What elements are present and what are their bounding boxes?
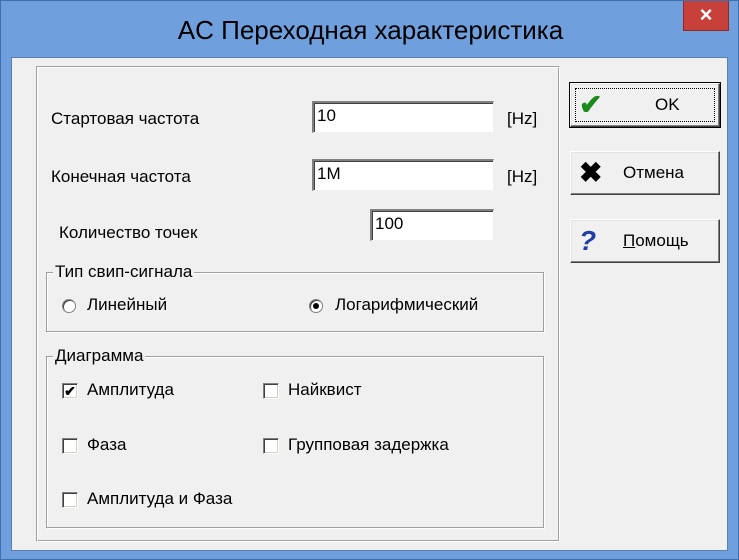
checkbox-amplitude-phase-label[interactable]: Амплитуда и Фаза: [87, 489, 232, 509]
settings-panel: Стартовая частота 10 [Hz] Конечная часто…: [36, 66, 560, 542]
radio-linear[interactable]: [62, 299, 76, 313]
diagram-title: Диаграмма: [53, 346, 146, 366]
checkbox-amplitude-phase[interactable]: [62, 492, 78, 508]
question-icon: ?: [579, 225, 597, 256]
radio-logarithmic-label[interactable]: Логарифмический: [335, 295, 478, 315]
checkbox-group-delay-label[interactable]: Групповая задержка: [288, 435, 449, 455]
checkbox-amplitude-label[interactable]: Амплитуда: [87, 380, 174, 400]
checkbox-phase-label[interactable]: Фаза: [87, 435, 126, 455]
points-label: Количество точек: [59, 223, 198, 242]
x-icon: ✖: [579, 157, 603, 188]
start-freq-label: Стартовая частота: [51, 109, 200, 128]
diagram-group: Диаграмма ✔ Амплитуда Найквист Фаза Груп…: [46, 346, 544, 528]
dialog-client-area: Стартовая частота 10 [Hz] Конечная часто…: [11, 57, 728, 551]
end-freq-unit: [Hz]: [507, 167, 538, 186]
end-freq-input[interactable]: 1M: [312, 159, 494, 191]
title-bar[interactable]: AC Переходная характеристика ×: [1, 1, 739, 59]
ok-button-label: OK: [655, 95, 680, 114]
close-button[interactable]: ×: [683, 1, 729, 31]
sweep-type-group: Тип свип-сигнала Линейный Логарифмически…: [46, 262, 544, 332]
checkbox-amplitude[interactable]: ✔: [62, 383, 78, 399]
checkbox-nyquist-label[interactable]: Найквист: [288, 380, 361, 400]
points-input[interactable]: 100: [370, 209, 494, 241]
checkmark-icon: ✔: [579, 89, 603, 120]
help-button[interactable]: ? Помощь: [570, 219, 720, 263]
cancel-button[interactable]: ✖ Отмена: [570, 151, 720, 195]
start-freq-unit: [Hz]: [507, 109, 538, 128]
cancel-button-label: Отмена: [623, 163, 684, 182]
start-freq-input[interactable]: 10: [312, 101, 494, 133]
radio-linear-label[interactable]: Линейный: [87, 295, 167, 315]
dialog-window: AC Переходная характеристика × Стартовая…: [0, 0, 739, 560]
close-icon: ×: [699, 2, 713, 27]
checkbox-group-delay[interactable]: [263, 438, 279, 454]
help-button-label: Помощь: [623, 231, 689, 250]
ok-button[interactable]: ✔ OK: [569, 82, 721, 128]
checkbox-phase[interactable]: [62, 438, 78, 454]
checkbox-nyquist[interactable]: [263, 383, 279, 399]
radio-logarithmic[interactable]: [309, 299, 323, 313]
end-freq-label: Конечная частота: [51, 167, 191, 186]
sweep-type-title: Тип свип-сигнала: [53, 262, 195, 282]
window-title: AC Переходная характеристика: [177, 15, 564, 45]
